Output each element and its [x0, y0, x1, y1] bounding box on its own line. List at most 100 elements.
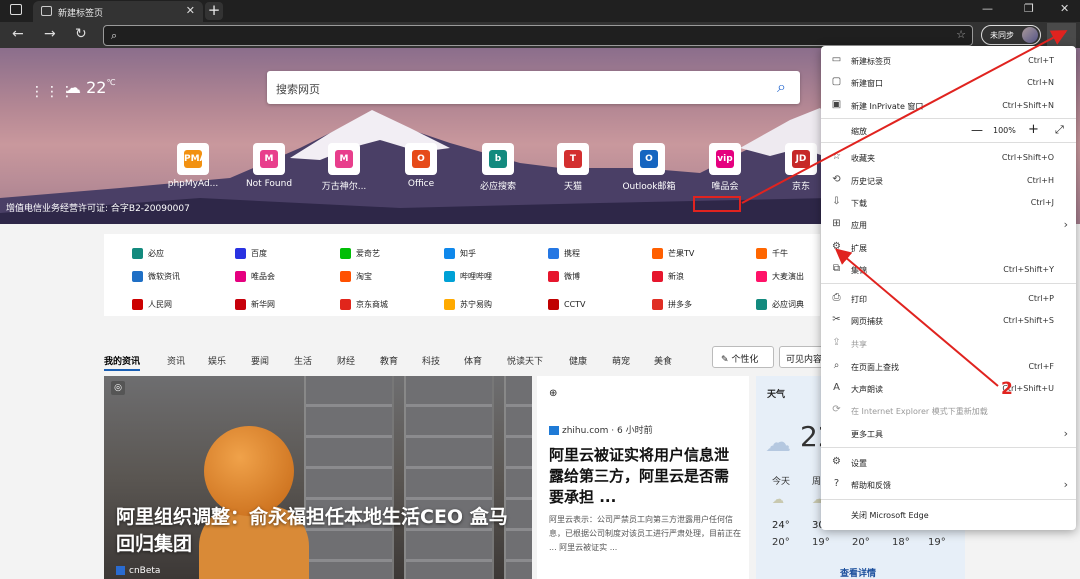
menu-item-ie-reload[interactable]: ⟳ 在 Internet Explorer 模式下重新加载	[821, 402, 1076, 420]
news-tab[interactable]: 体育	[464, 354, 482, 367]
menu-item-share[interactable]: ⇪ 共享	[821, 335, 1076, 353]
quick-link[interactable]: 京东商城	[340, 299, 388, 310]
shortcut-tile[interactable]: O Outlook邮箱	[618, 143, 680, 192]
menu-item-history[interactable]: ⟲ 历史记录 Ctrl+H	[821, 172, 1076, 190]
quick-link[interactable]: 苏宁易购	[444, 299, 492, 310]
personalize-button[interactable]: ✎ 个性化	[712, 346, 774, 368]
close-window-icon[interactable]: ✕	[1060, 2, 1069, 15]
search-box[interactable]: 搜索网页 ⌕	[267, 71, 800, 104]
quick-link-icon	[652, 248, 663, 259]
shortcut-logo-icon: M	[260, 150, 278, 168]
menu-item-favorites[interactable]: ☆ 收藏夹 Ctrl+Shift+O	[821, 149, 1076, 167]
back-icon[interactable]: ←	[12, 27, 24, 41]
menu-item-collections[interactable]: ⧉ 集锦 Ctrl+Shift+Y	[821, 261, 1076, 279]
avatar	[1022, 27, 1038, 43]
menu-item-print[interactable]: ⎙ 打印 Ctrl+P	[821, 290, 1076, 308]
forward-icon[interactable]: →	[44, 27, 56, 41]
news-tab[interactable]: 美食	[654, 354, 672, 367]
menu-item-new-window[interactable]: ▢ 新建窗口 Ctrl+N	[821, 74, 1076, 92]
shortcut-tile[interactable]: M 万古神尔...	[313, 143, 375, 192]
quick-link[interactable]: 爱奇艺	[340, 248, 380, 259]
menu-item-new-tab[interactable]: ▭ 新建标签页 Ctrl+T	[821, 52, 1076, 70]
news-tab[interactable]: 萌宠	[612, 354, 630, 367]
menu-item-help[interactable]: ? 帮助和反馈 ›	[821, 476, 1076, 494]
quick-link[interactable]: 必应词典	[756, 299, 804, 310]
quick-link[interactable]: 人民网	[132, 299, 172, 310]
news-tab[interactable]: 健康	[569, 354, 587, 367]
news-tab[interactable]: 资讯	[167, 354, 185, 367]
shortcut-tile[interactable]: PMA phpMyAd...	[162, 143, 224, 189]
news-tab[interactable]: 悦读天下	[507, 354, 543, 367]
quick-link[interactable]: 微博	[548, 271, 580, 282]
news-tab[interactable]: 科技	[422, 354, 440, 367]
zoom-out-button[interactable]: —	[971, 123, 983, 137]
shortcut-tile[interactable]: T 天猫	[542, 143, 604, 192]
shortcut-icon: M	[328, 143, 360, 175]
news-tab[interactable]: 要闻	[251, 354, 269, 367]
quick-link[interactable]: 淘宝	[340, 271, 372, 282]
news-card-secondary[interactable]: ⊕ zhihu.com · 6 小时前 阿里云被证实将用户信息泄露给第三方，阿里…	[537, 376, 749, 579]
pin-icon[interactable]: ◎	[111, 381, 125, 395]
menu-item-close-edge[interactable]: 关闭 Microsoft Edge	[821, 506, 1076, 524]
quick-link[interactable]: 芒果TV	[652, 248, 694, 259]
zoom-label: 缩放	[851, 127, 867, 136]
news-card-main[interactable]: ◎ 阿里组织调整：俞永福担任本地生活CEO 盒马回归集团 cnBeta	[104, 376, 532, 579]
menu-item-apps[interactable]: ⊞ 应用 ›	[821, 216, 1076, 234]
quick-link[interactable]: 必应	[132, 248, 164, 259]
refresh-icon[interactable]: ↻	[75, 27, 87, 41]
menu-item-inprivate[interactable]: ▣ 新建 InPrivate 窗口 Ctrl+Shift+N	[821, 97, 1076, 115]
fullscreen-icon[interactable]: ⤢	[1055, 123, 1064, 137]
quick-link[interactable]: 微软资讯	[132, 271, 180, 282]
source-logo-icon	[116, 566, 125, 575]
visible-content-button[interactable]: 可见内容	[779, 346, 824, 368]
quick-link[interactable]: 哔哩哔哩	[444, 271, 492, 282]
quick-link[interactable]: 知乎	[444, 248, 476, 259]
restore-icon[interactable]: ❐	[1024, 2, 1034, 15]
settings-more-button[interactable]: ···	[1047, 23, 1076, 47]
menu-item-settings[interactable]: ⚙ 设置	[821, 454, 1076, 472]
menu-item-web-capture[interactable]: ✂ 网页捕获 Ctrl+Shift+S	[821, 312, 1076, 330]
print-icon: ⎙	[832, 292, 841, 303]
window-menu-icon[interactable]	[10, 4, 22, 15]
quick-link[interactable]: 百度	[235, 248, 267, 259]
tab-new-tab[interactable]: 新建标签页 ✕	[33, 1, 203, 22]
quick-link[interactable]: 大麦演出	[756, 271, 804, 282]
minimize-icon[interactable]: —	[982, 2, 993, 15]
quick-link[interactable]: 千牛	[756, 248, 788, 259]
zoom-in-button[interactable]: +	[1028, 122, 1039, 137]
news-tab[interactable]: 生活	[294, 354, 312, 367]
quick-link[interactable]: 新浪	[652, 271, 684, 282]
quick-link[interactable]: 新华网	[235, 299, 275, 310]
quick-link[interactable]: CCTV	[548, 299, 586, 310]
news-tab[interactable]: 教育	[380, 354, 398, 367]
close-tab-icon[interactable]: ✕	[186, 4, 195, 17]
quick-link[interactable]: 拼多多	[652, 299, 692, 310]
weather-widget[interactable]: ☁ 22℃	[65, 78, 115, 97]
shortcut-icon: vip	[709, 143, 741, 175]
menu-item-extensions[interactable]: ⚙ 扩展	[821, 239, 1076, 257]
menu-item-more-tools[interactable]: 更多工具 ›	[821, 425, 1076, 443]
quick-link[interactable]: 唯品会	[235, 271, 275, 282]
weather-details-link[interactable]: 查看详情	[840, 566, 876, 579]
shortcut-tile[interactable]: b 必应搜索	[467, 143, 529, 192]
shortcut-tile[interactable]: O Office	[390, 143, 452, 189]
shortcut-label: 唯品会	[711, 182, 739, 192]
news-tab[interactable]: 我的资讯	[104, 354, 141, 371]
menu-item-downloads[interactable]: ⇩ 下载 Ctrl+J	[821, 194, 1076, 212]
search-icon[interactable]: ⌕	[777, 77, 786, 97]
address-input[interactable]: ⌕ ☆	[103, 25, 973, 46]
menu-separator	[821, 447, 1076, 448]
menu-item-find[interactable]: ⌕ 在页面上查找 Ctrl+F	[821, 358, 1076, 376]
quick-link[interactable]: 携程	[548, 248, 580, 259]
news-headline[interactable]: 阿里云被证实将用户信息泄露给第三方，阿里云是否需要承担 ...	[549, 445, 741, 508]
news-title[interactable]: 阿里组织调整：俞永福担任本地生活CEO 盒马回归集团	[116, 504, 526, 558]
news-tab[interactable]: 娱乐	[208, 354, 226, 367]
menu-item-read-aloud[interactable]: A 大声朗读 Ctrl+Shift+U	[821, 380, 1076, 398]
new-tab-button[interactable]: +	[205, 2, 223, 20]
profile-sync-button[interactable]: 未同步	[981, 25, 1041, 45]
news-tab[interactable]: 财经	[337, 354, 355, 367]
shortcut-tile[interactable]: M Not Found	[238, 143, 300, 189]
favorites-add-icon[interactable]: ☆	[956, 28, 966, 41]
shortcut-tile[interactable]: vip 唯品会	[694, 143, 756, 192]
menu-item-label: 关闭 Microsoft Edge	[851, 511, 929, 520]
